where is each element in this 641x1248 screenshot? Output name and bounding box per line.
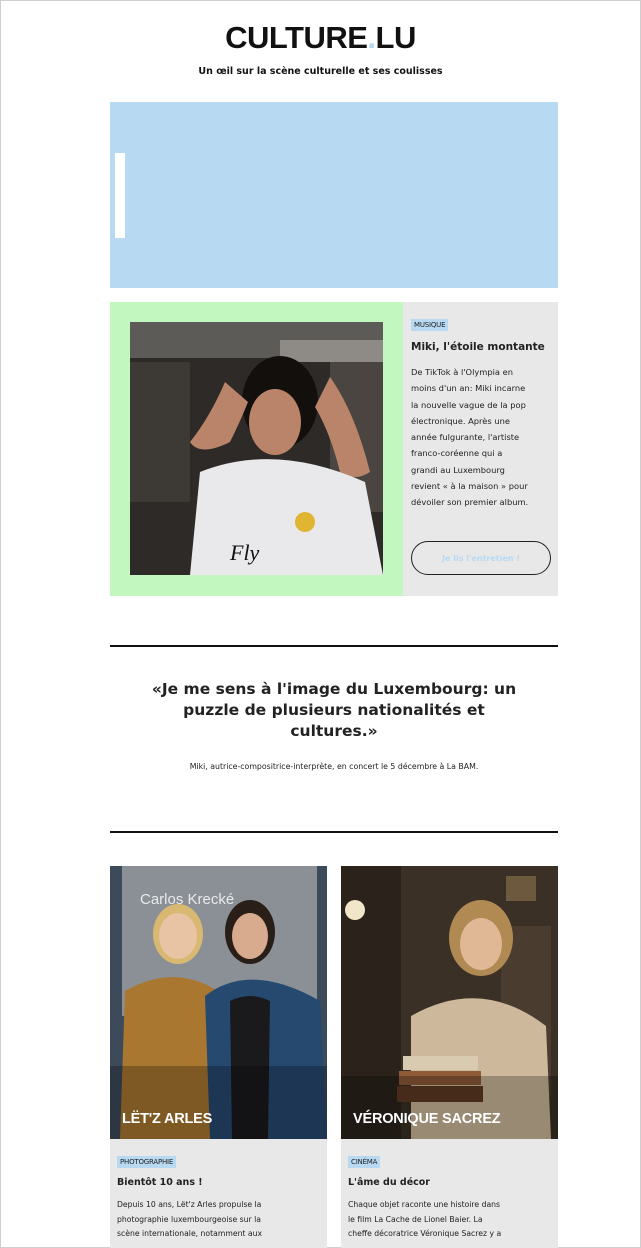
card-title-veronique-sacrez[interactable]: L'âme du décor <box>348 1177 430 1188</box>
hero-banner[interactable] <box>110 102 558 288</box>
site-tagline: Un œil sur la scène culturelle et ses co… <box>198 66 443 77</box>
feature-title[interactable]: Miki, l'étoile montante <box>411 341 545 353</box>
card-caption-veronique-sacrez: VÉRONIQUE SACREZ <box>353 1111 501 1127</box>
card-summary-veronique-sacrez: Chaque objet raconte une histoire dans l… <box>348 1200 502 1238</box>
poster-text: Carlos Krecké <box>140 891 234 908</box>
feature-summary: De TikTok à l'Olympia en moins d'un an: … <box>411 367 529 508</box>
card-photo-lets-arles[interactable]: Carlos Krecké LËT'Z ARLES <box>110 866 327 1139</box>
shirt-print-text: Fly <box>229 540 260 565</box>
quote-attribution: Miki, autrice-compositrice-interprète, e… <box>189 762 479 771</box>
feature-category-tag[interactable]: MUSIQUE <box>411 319 449 331</box>
card-title-lets-arles[interactable]: Bientôt 10 ans ! <box>117 1177 203 1188</box>
card-tag-photographie[interactable]: PHOTOGRAPHIE <box>117 1156 177 1168</box>
card-photo-veronique-sacrez[interactable]: VÉRONIQUE SACREZ <box>341 866 558 1139</box>
divider-bottom <box>110 831 558 833</box>
divider-top <box>110 645 558 647</box>
read-interview-button[interactable]: Je lis l'entretien ! <box>411 541 551 575</box>
feature-photo-miki[interactable]: Fly <box>130 322 383 575</box>
card-summary-lets-arles: Depuis 10 ans, Lët'z Arles propulse la p… <box>117 1200 263 1238</box>
pull-quote: «Je me sens à l'image du Luxembourg: un … <box>151 680 517 740</box>
card-tag-cinema[interactable]: CINÉMA <box>348 1156 381 1168</box>
site-logo[interactable]: CULTURE.LU <box>0 20 641 56</box>
banner-accent-bar <box>115 153 125 238</box>
card-caption-lets-arles: LËT'Z ARLES <box>122 1111 213 1127</box>
